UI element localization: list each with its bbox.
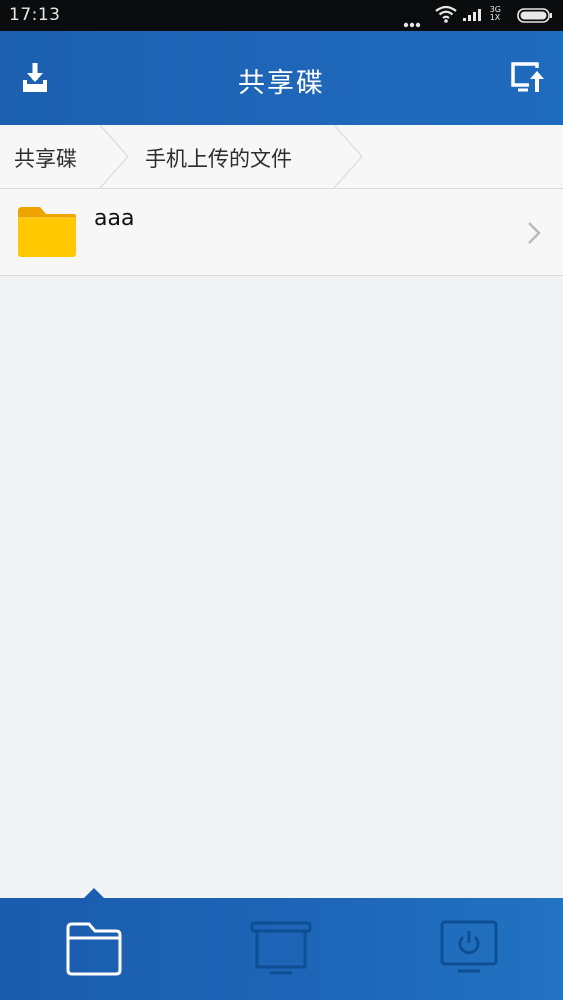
chevron-right-icon (528, 222, 541, 244)
list-item[interactable]: aaa (0, 189, 563, 276)
tab-bar (0, 898, 563, 1000)
wifi-icon (435, 5, 457, 27)
empty-content-area (0, 276, 563, 898)
upload-to-screen-icon (511, 62, 544, 92)
breadcrumb-item-current[interactable]: 手机上传的文件 (145, 143, 292, 173)
app-header: 共享碟 (0, 31, 563, 125)
folder-icon (18, 207, 76, 257)
signal-icon (463, 7, 485, 27)
tv-power-icon (440, 920, 498, 973)
breadcrumb-item-root[interactable]: 共享碟 (14, 143, 77, 173)
upload-to-screen-button[interactable] (509, 59, 547, 97)
network-label-bottom: 1X (489, 13, 501, 22)
page-title: 共享碟 (238, 68, 325, 99)
tab-device[interactable] (436, 918, 502, 980)
battery-icon (517, 8, 553, 27)
file-name: aaa (94, 206, 135, 231)
status-bar: 17:13 3G 1X (0, 0, 563, 31)
folder-icon (66, 922, 122, 976)
more-dots-icon (403, 13, 421, 32)
breadcrumb: 共享碟 手机上传的文件 (0, 125, 563, 189)
breadcrumb-separator-icon (100, 125, 129, 188)
status-time: 17:13 (9, 5, 61, 25)
tab-screen[interactable] (248, 918, 314, 980)
projector-screen-icon (250, 921, 312, 975)
network-type: 3G 1X (490, 6, 501, 22)
breadcrumb-separator-icon (334, 125, 363, 188)
tab-files[interactable] (61, 918, 127, 980)
